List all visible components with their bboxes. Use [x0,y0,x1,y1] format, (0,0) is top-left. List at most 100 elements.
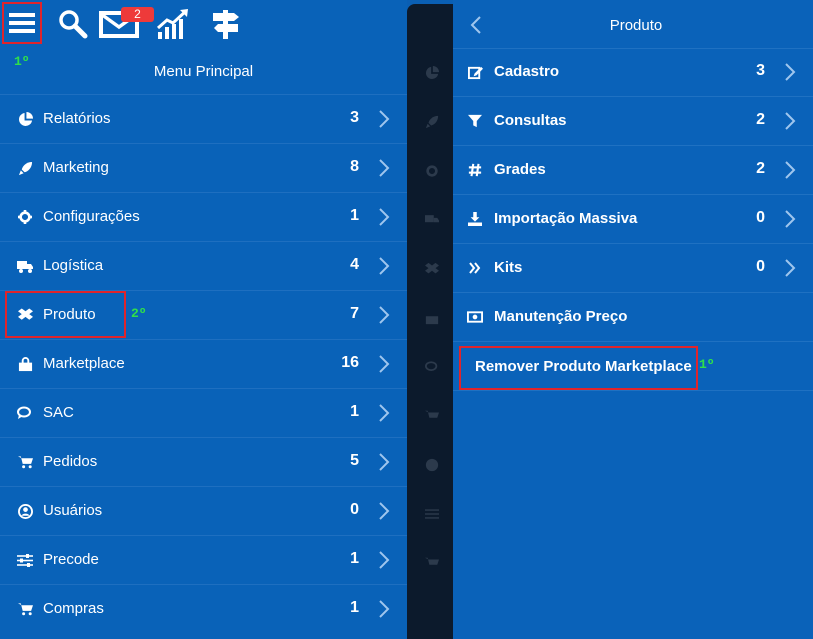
submenu-item-consultas[interactable]: Consultas 2 [453,97,813,146]
menu-item-pedidos[interactable]: Pedidos 5 [0,437,407,486]
menu-title: Menu Principal [153,63,254,80]
submenu-item-importacao-massiva[interactable]: Importação Massiva 0 [453,195,813,244]
hashtag-icon [467,162,483,178]
submenu-item-grades[interactable]: Grades 2 [453,146,813,195]
submenu-item-label: Importação Massiva [494,210,638,227]
chevron-right-icon [785,210,796,228]
pie-chart-icon [17,111,33,127]
menu-item-configuracoes[interactable]: Configurações 1 [0,192,407,241]
rocket-icon [17,160,33,176]
submenu-item-count: 0 [756,258,765,275]
chevron-right-icon [785,63,796,81]
chevron-right-icon [379,551,390,569]
menu-list: Relatórios 3 Marketing 8 Configurações 1… [0,94,407,633]
menu-item-count: 5 [350,452,359,469]
menu-icon[interactable] [2,2,42,44]
submenu-item-manutencao-preco[interactable]: Manutenção Preço [453,293,813,342]
download-icon [467,211,483,227]
filter-icon [467,113,483,129]
submenu-item-label: Manutenção Preço [494,308,628,325]
shopping-bag-icon [17,356,33,372]
truck-icon [17,258,33,274]
menu-item-count: 1 [350,207,359,224]
menu-item-count: 7 [350,305,359,322]
menu-item-marketing[interactable]: Marketing 8 [0,143,407,192]
chevron-right-icon [379,355,390,373]
chevron-right-icon [379,502,390,520]
collapsed-sidebar-strip [407,4,453,639]
menu-item-count: 0 [350,501,359,518]
menu-item-label: Usuários [43,502,103,519]
submenu-item-count: 2 [756,111,765,128]
money-icon [467,309,483,325]
produto-highlight-box [5,291,126,338]
sliders-icon [17,552,33,568]
submenu-item-kits[interactable]: Kits 0 [453,244,813,293]
gear-icon [17,209,33,225]
chevron-right-icon [785,112,796,130]
chevron-right-icon [379,159,390,177]
submenu-item-label: Consultas [494,112,567,129]
double-chevron-icon [467,260,483,276]
submenu-title: Produto [609,17,663,34]
chart-icon[interactable] [155,4,191,44]
submenu-item-count: 3 [756,62,765,79]
chat-icon [425,361,438,371]
submenu-item-label: Kits [494,259,523,276]
menu-item-count: 1 [350,550,359,567]
menu-item-count: 1 [350,599,359,616]
menu-item-label: Relatórios [43,110,111,127]
chevron-right-icon [785,161,796,179]
submenu-item-cadastro[interactable]: Cadastro 3 [453,48,813,97]
sliders-icon [425,509,439,519]
chevron-right-icon [379,208,390,226]
chevron-right-icon [379,453,390,471]
menu-item-usuarios[interactable]: Usuários 0 [0,486,407,535]
cart-icon [425,410,439,418]
step-annotation-2: 2º [131,306,147,321]
menu-item-count: 3 [350,109,359,126]
shopping-bag-icon [425,316,439,325]
chevron-right-icon [379,257,390,275]
menu-item-label: SAC [43,404,74,421]
step-annotation-3: 1º [699,357,715,372]
menu-item-sac[interactable]: SAC 1 [0,388,407,437]
edit-icon [467,64,483,80]
submenu-item-label: Cadastro [494,63,560,80]
menu-item-marketplace[interactable]: Marketplace 16 [0,339,407,388]
gear-icon [426,165,438,177]
top-toolbar: 2 [0,0,407,48]
rocket-icon [425,115,439,129]
menu-item-compras[interactable]: Compras 1 [0,584,407,633]
submenu-item-label[interactable]: Remover Produto Marketplace [475,358,692,375]
menu-item-label: Pedidos [43,453,98,470]
menu-item-count: 1 [350,403,359,420]
submenu-panel: Produto Cadastro 3 Consultas 2 Grades 2 … [453,0,813,639]
user-circle-icon [425,458,439,472]
menu-item-count: 16 [341,354,359,371]
cart-icon [17,601,33,617]
chevron-right-icon [379,306,390,324]
menu-item-label: Marketing [43,159,109,176]
main-menu-panel: 2 1º Menu Principal Relatórios 3 Marketi… [0,0,407,639]
chevron-right-icon [379,600,390,618]
box-icon [425,262,439,274]
chevron-right-icon [785,259,796,277]
chevron-right-icon [379,404,390,422]
submenu-header: Produto [453,0,813,49]
submenu-item-count: 2 [756,160,765,177]
menu-item-count: 8 [350,158,359,175]
truck-icon [425,215,439,223]
pie-chart-icon [425,66,439,80]
menu-item-label: Precode [43,551,99,568]
menu-item-logistica[interactable]: Logística 4 [0,241,407,290]
chevron-right-icon [379,110,390,128]
menu-item-precode[interactable]: Precode 1 [0,535,407,584]
submenu-list: Cadastro 3 Consultas 2 Grades 2 Importaç… [453,48,813,342]
signpost-icon[interactable] [209,4,243,44]
menu-item-label: Logística [43,257,104,274]
notification-badge: 2 [121,7,154,22]
menu-item-relatorios[interactable]: Relatórios 3 [0,94,407,143]
search-icon[interactable] [56,4,90,44]
menu-item-label: Compras [43,600,104,617]
